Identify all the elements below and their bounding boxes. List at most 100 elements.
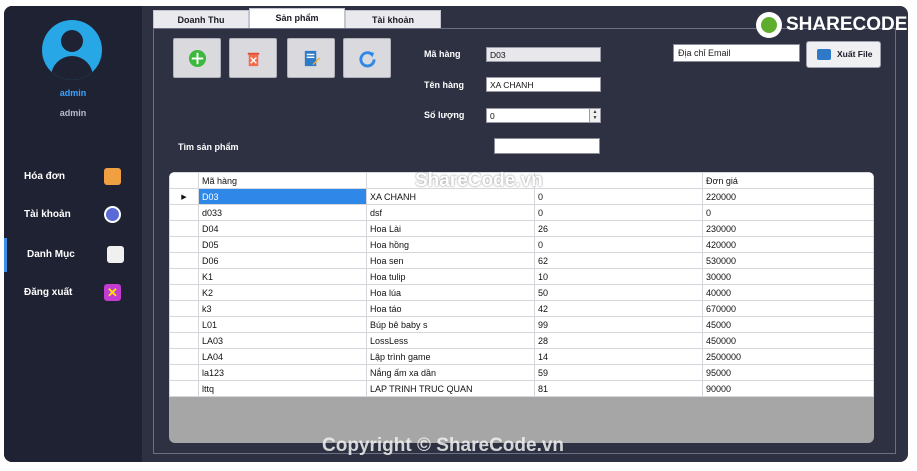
table-row[interactable]: k3 Hoa táo 42 670000 [169, 300, 874, 317]
table-cell[interactable]: Hoa táo [366, 300, 535, 317]
spinner-arrows-icon[interactable]: ▲ ▼ [589, 109, 600, 122]
table-cell[interactable]: LossLess [366, 332, 535, 349]
table-cell[interactable]: Lập trình game [366, 348, 535, 365]
table-cell[interactable]: 26 [534, 220, 703, 237]
table-row[interactable]: lttq LAP TRINH TRUC QUAN 81 90000 [169, 380, 874, 397]
table-cell[interactable]: D05 [198, 236, 367, 253]
table-cell[interactable]: lttq [198, 380, 367, 397]
table-cell[interactable]: dsf [366, 204, 535, 221]
table-cell[interactable]: Búp bê baby s [366, 316, 535, 333]
table-cell[interactable]: 50 [534, 284, 703, 301]
table-cell[interactable]: 0 [534, 188, 703, 205]
table-cell[interactable]: 40000 [702, 284, 874, 301]
table-cell[interactable]: 30000 [702, 268, 874, 285]
table-row[interactable]: D04 Hoa Lài 26 230000 [169, 220, 874, 237]
row-header[interactable] [169, 380, 199, 397]
table-cell[interactable]: 62 [534, 252, 703, 269]
search-input[interactable] [494, 138, 600, 154]
table-row[interactable]: L01 Búp bê baby s 99 45000 [169, 316, 874, 333]
table-cell[interactable]: 14 [534, 348, 703, 365]
table-cell[interactable]: d033 [198, 204, 367, 221]
table-cell[interactable]: D06 [198, 252, 367, 269]
table-row[interactable]: LA04 Lập trình game 14 2500000 [169, 348, 874, 365]
table-cell[interactable]: 220000 [702, 188, 874, 205]
export-file-button[interactable]: Xuất File [806, 41, 881, 68]
table-cell[interactable]: la123 [198, 364, 367, 381]
row-header[interactable] [169, 204, 199, 221]
table-row[interactable]: D05 Hoa hồng 0 420000 [169, 236, 874, 253]
table-cell[interactable]: 59 [534, 364, 703, 381]
sidebar-item-hoa-don[interactable]: Hóa đơn [4, 160, 142, 194]
table-cell[interactable]: 670000 [702, 300, 874, 317]
column-header[interactable] [366, 172, 535, 189]
row-header[interactable] [169, 252, 199, 269]
table-cell[interactable]: 90000 [702, 380, 874, 397]
so-luong-stepper[interactable]: 0 ▲ ▼ [486, 108, 601, 123]
tab-tai-khoan[interactable]: Tài khoản [345, 10, 441, 29]
table-cell[interactable]: 42 [534, 300, 703, 317]
table-cell[interactable]: 0 [534, 204, 703, 221]
sidebar-item-dang-xuat[interactable]: Đăng xuất ✕ [4, 276, 142, 310]
table-cell[interactable]: 2500000 [702, 348, 874, 365]
table-cell[interactable]: k3 [198, 300, 367, 317]
table-cell[interactable]: Hoa sen [366, 252, 535, 269]
row-header[interactable] [169, 284, 199, 301]
table-cell[interactable]: D04 [198, 220, 367, 237]
sidebar-item-danh-muc[interactable]: Danh Mục [4, 238, 145, 272]
row-header[interactable]: ▶ [169, 188, 199, 205]
table-cell[interactable]: 530000 [702, 252, 874, 269]
table-row[interactable]: ▶ D03 XA CHANH 0 220000 [169, 188, 874, 205]
table-cell[interactable]: Hoa tulip [366, 268, 535, 285]
add-button[interactable] [173, 38, 221, 78]
table-cell[interactable]: 95000 [702, 364, 874, 381]
column-header[interactable]: Mã hàng [198, 172, 367, 189]
row-header[interactable] [169, 364, 199, 381]
column-header[interactable] [534, 172, 703, 189]
table-cell[interactable]: L01 [198, 316, 367, 333]
table-cell[interactable]: 28 [534, 332, 703, 349]
row-header[interactable] [169, 316, 199, 333]
row-header[interactable] [169, 348, 199, 365]
table-row[interactable]: la123 Nắng ấm xa dần 59 95000 [169, 364, 874, 381]
table-cell[interactable]: K2 [198, 284, 367, 301]
table-cell[interactable]: K1 [198, 268, 367, 285]
table-cell[interactable]: LAP TRINH TRUC QUAN [366, 380, 535, 397]
table-row[interactable]: D06 Hoa sen 62 530000 [169, 252, 874, 269]
table-cell[interactable]: 0 [702, 204, 874, 221]
table-cell[interactable]: Nắng ấm xa dần [366, 364, 535, 381]
table-cell[interactable]: D03 [198, 188, 367, 205]
row-header[interactable] [169, 268, 199, 285]
delete-button[interactable] [229, 38, 277, 78]
table-cell[interactable]: 230000 [702, 220, 874, 237]
email-field[interactable]: Địa chỉ Email [673, 44, 800, 62]
column-header[interactable]: Đơn giá [702, 172, 874, 189]
table-cell[interactable]: 10 [534, 268, 703, 285]
tab-san-pham[interactable]: Sản phẩm [249, 8, 345, 29]
table-row[interactable]: LA03 LossLess 28 450000 [169, 332, 874, 349]
table-cell[interactable]: 99 [534, 316, 703, 333]
table-cell[interactable]: 81 [534, 380, 703, 397]
row-header[interactable] [169, 220, 199, 237]
table-cell[interactable]: 450000 [702, 332, 874, 349]
table-cell[interactable]: Hoa Lài [366, 220, 535, 237]
ma-hang-field[interactable]: D03 [486, 47, 601, 62]
table-cell[interactable]: 45000 [702, 316, 874, 333]
row-header[interactable] [169, 236, 199, 253]
row-header[interactable] [169, 300, 199, 317]
refresh-button[interactable] [343, 38, 391, 78]
sidebar-item-tai-khoan[interactable]: Tài khoản [4, 198, 142, 232]
table-cell[interactable]: LA04 [198, 348, 367, 365]
table-cell[interactable]: 0 [534, 236, 703, 253]
table-cell[interactable]: 420000 [702, 236, 874, 253]
table-cell[interactable]: Hoa lúa [366, 284, 535, 301]
table-cell[interactable]: Hoa hồng [366, 236, 535, 253]
tab-doanh-thu[interactable]: Doanh Thu [153, 10, 249, 29]
row-header[interactable] [169, 332, 199, 349]
edit-button[interactable] [287, 38, 335, 78]
table-cell[interactable]: LA03 [198, 332, 367, 349]
table-row[interactable]: K1 Hoa tulip 10 30000 [169, 268, 874, 285]
table-cell[interactable]: XA CHANH [366, 188, 535, 205]
table-row[interactable]: K2 Hoa lúa 50 40000 [169, 284, 874, 301]
product-grid[interactable]: Mã hàng Đơn giá ▶ D03 XA CHANH 0 220000 d033 d… [169, 172, 874, 443]
ten-hang-field[interactable]: XA CHANH [486, 77, 601, 92]
